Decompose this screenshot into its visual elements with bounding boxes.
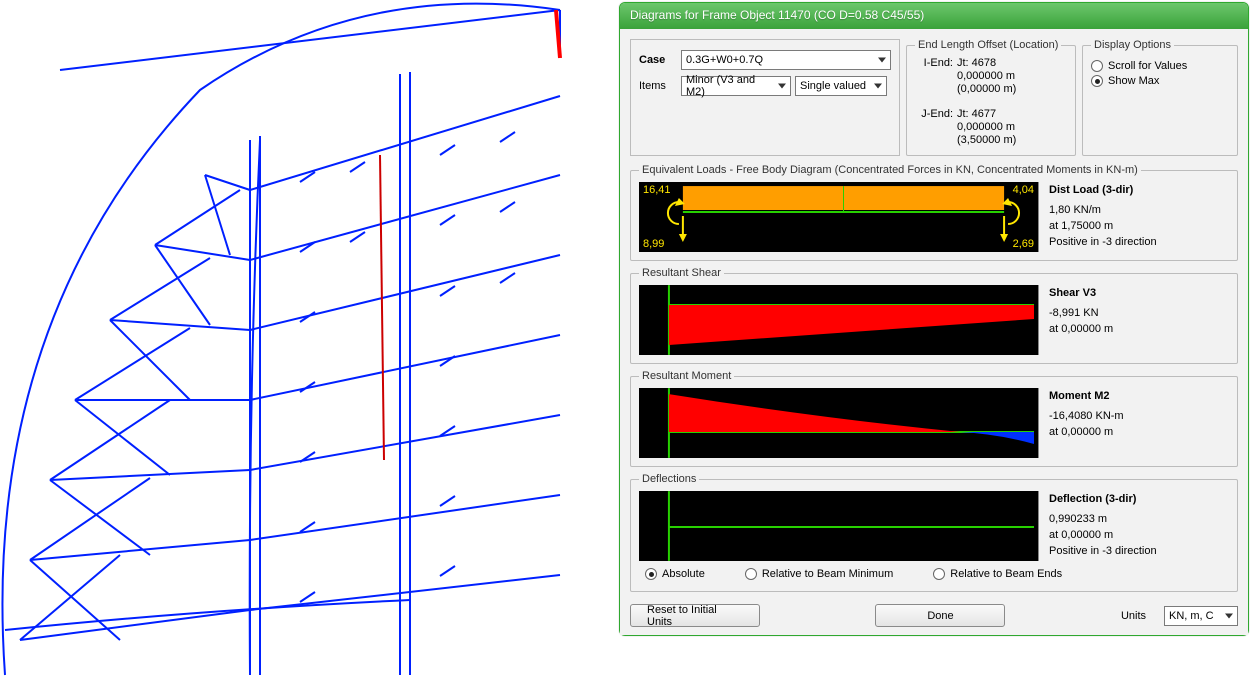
units-combo[interactable]: KN, m, C [1164,606,1238,626]
equivalent-loads-plot: 16,41 8,99 4,04 2,69 [639,182,1039,252]
resultant-shear-legend: Resultant Shear [639,267,724,279]
resultant-moment-group: Resultant Moment Moment M2 -16,40 [630,370,1238,467]
equivalent-loads-info: Dist Load (3-dir) 1,80 KN/m at 1,75000 m… [1049,182,1229,252]
items-label: Items [639,80,681,92]
radio-icon [1091,60,1103,72]
radio-icon [745,568,757,580]
eqloads-val-tr: 4,04 [1013,184,1034,196]
model-wireframe-svg [0,0,610,679]
reset-units-button[interactable]: Reset to Initial Units [630,604,760,627]
radio-deflection-absolute[interactable]: Absolute [645,568,705,580]
eqloads-val-tl: 16,41 [643,184,671,196]
shear-info: Shear V3 -8,991 KN at 0,00000 m [1049,285,1229,355]
dialog-title: Diagrams for Frame Object 11470 (CO D=0.… [630,8,924,22]
radio-icon [933,568,945,580]
j-end-values: Jt: 4677 0,000000 m (3,50000 m) [957,108,1016,147]
end-length-offset-group: End Length Offset (Location) I-End: Jt: … [906,39,1076,156]
deflections-group: Deflections Deflection (3-dir) 0,990233 … [630,473,1238,592]
radio-show-max[interactable]: Show Max [1091,75,1229,87]
radio-icon [1091,75,1103,87]
radio-icon [645,568,657,580]
display-options-group: Display Options Scroll for Values Show M… [1082,39,1238,156]
deflection-info: Deflection (3-dir) 0,990233 m at 0,00000… [1049,491,1229,561]
dialog-body: Case 0.3G+W0+0.7Q Items Minor (V3 and M2… [620,29,1248,635]
moment-info: Moment M2 -16,4080 KN-m at 0,00000 m [1049,388,1229,458]
done-button[interactable]: Done [875,604,1005,627]
shear-plot [639,285,1039,355]
resultant-moment-legend: Resultant Moment [639,370,734,382]
radio-scroll-values[interactable]: Scroll for Values [1091,60,1229,72]
equivalent-loads-legend: Equivalent Loads - Free Body Diagram (Co… [639,164,1141,176]
dialog-titlebar[interactable]: Diagrams for Frame Object 11470 (CO D=0.… [620,3,1248,29]
i-end-values: Jt: 4678 0,000000 m (0,00000 m) [957,57,1016,96]
radio-deflection-rel-min[interactable]: Relative to Beam Minimum [745,568,893,580]
display-options-legend: Display Options [1091,39,1174,51]
case-combo[interactable]: 0.3G+W0+0.7Q [681,50,891,70]
items-combo[interactable]: Minor (V3 and M2) [681,76,791,96]
model-view [0,0,610,679]
eqloads-val-bl: 8,99 [643,238,664,250]
case-label: Case [639,54,681,66]
case-items-panel: Case 0.3G+W0+0.7Q Items Minor (V3 and M2… [630,39,900,156]
valued-mode-combo[interactable]: Single valued [795,76,887,96]
moment-plot [639,388,1039,458]
end-length-offset-legend: End Length Offset (Location) [915,39,1061,51]
deflections-legend: Deflections [639,473,699,485]
j-end-label: J-End: [915,108,957,147]
deflection-plot [639,491,1039,561]
units-label: Units [1121,610,1146,622]
equivalent-loads-group: Equivalent Loads - Free Body Diagram (Co… [630,164,1238,261]
resultant-shear-group: Resultant Shear Shear V3 -8,991 KN at 0,… [630,267,1238,364]
radio-deflection-rel-ends[interactable]: Relative to Beam Ends [933,568,1062,580]
eqloads-val-br: 2,69 [1013,238,1034,250]
frame-diagrams-dialog: Diagrams for Frame Object 11470 (CO D=0.… [619,2,1249,636]
i-end-label: I-End: [915,57,957,96]
